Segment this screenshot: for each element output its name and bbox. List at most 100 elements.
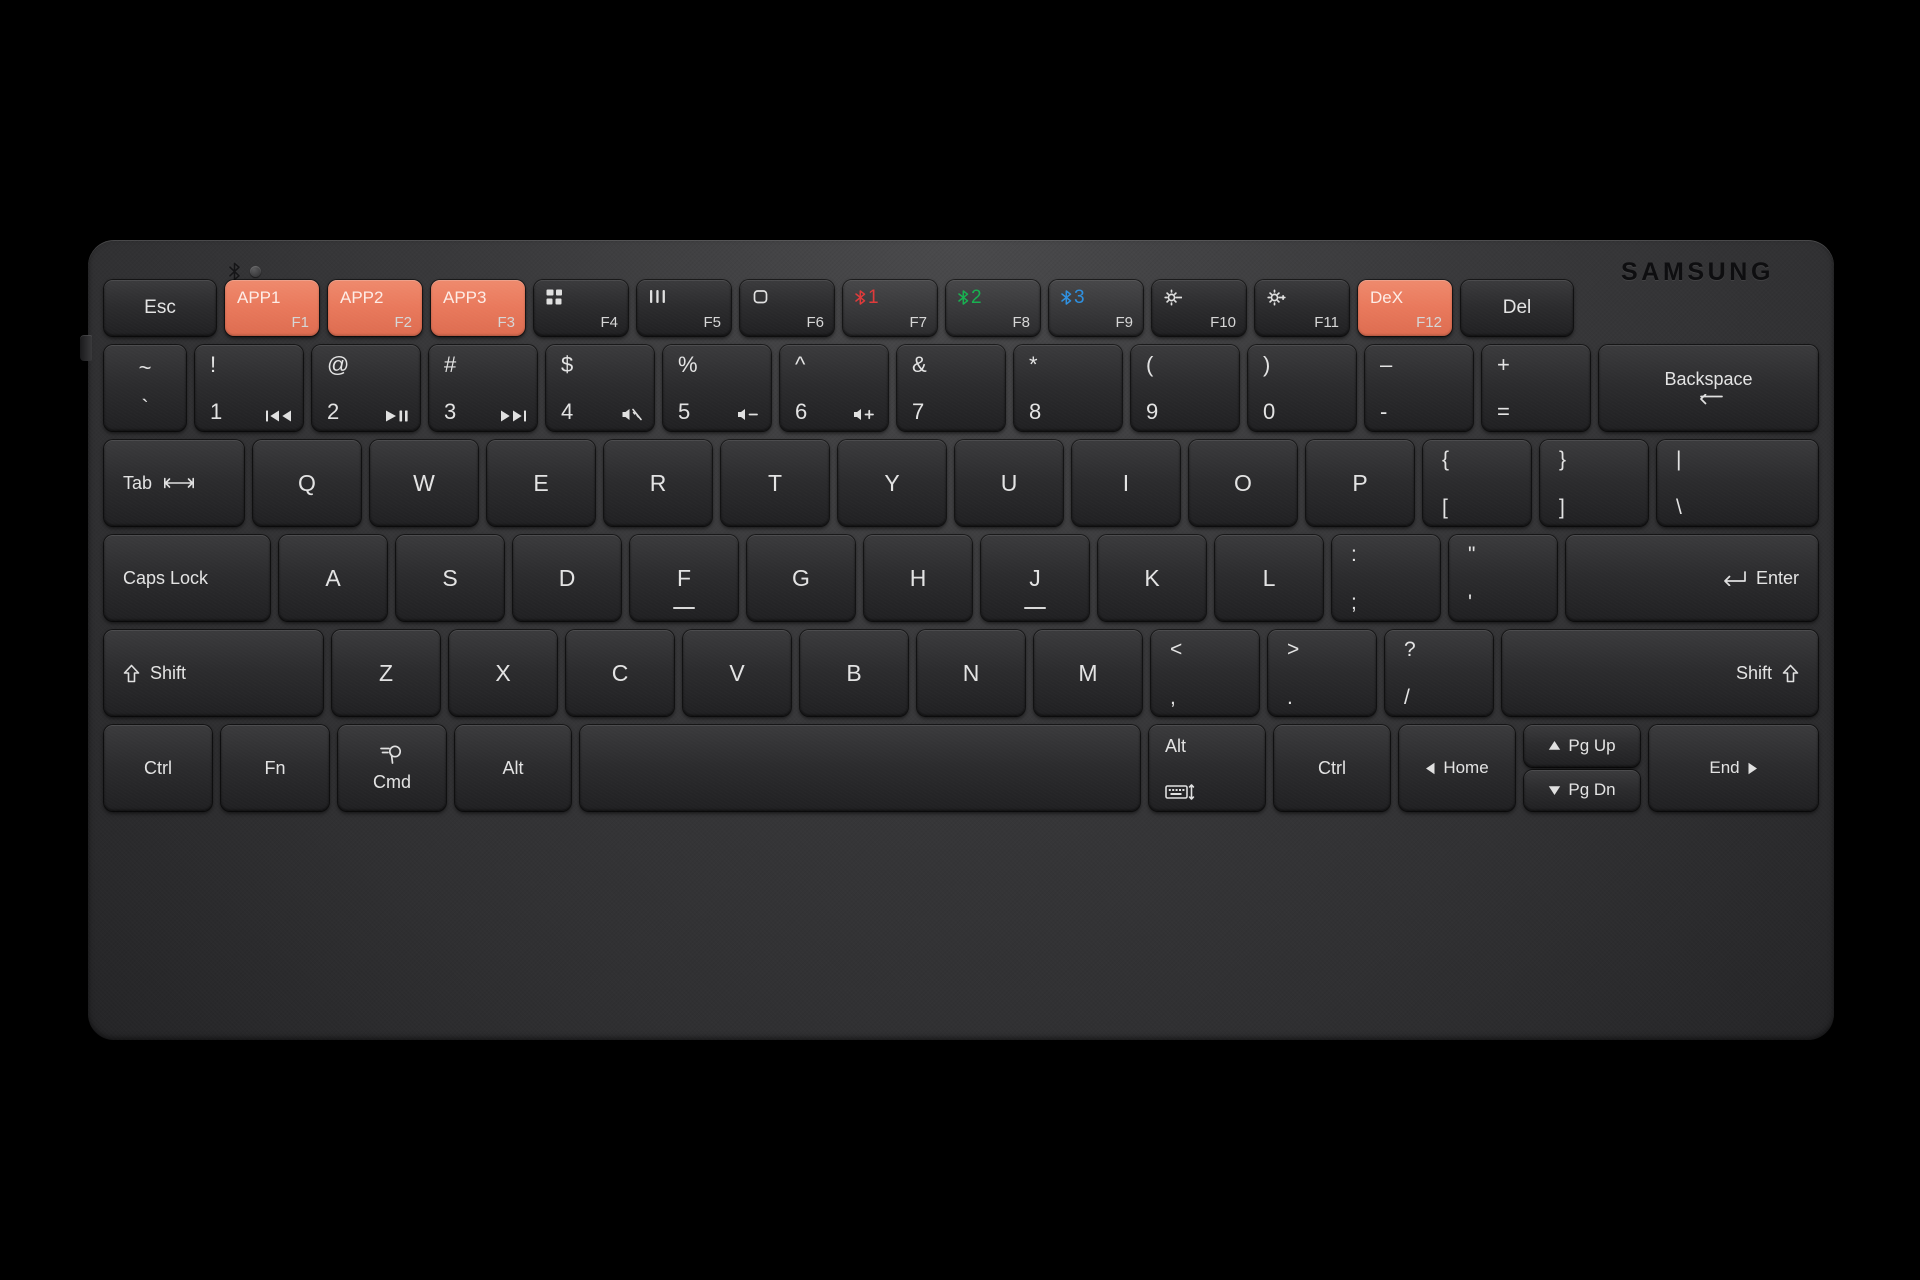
key-backtick[interactable]: ~ ` — [104, 345, 186, 431]
key-tab[interactable]: Tab — [104, 440, 244, 526]
key-z[interactable]: Z — [332, 630, 440, 716]
key-home[interactable]: Home — [1399, 725, 1515, 811]
key-pg-up[interactable]: Pg Up — [1524, 725, 1640, 767]
key-space[interactable] — [580, 725, 1140, 811]
key-f5-recents[interactable]: F5 — [637, 280, 731, 336]
key-f9-bluetooth-3[interactable]: 3 F9 — [1049, 280, 1143, 336]
key-f4-apps[interactable]: F4 — [534, 280, 628, 336]
key-right-bracket[interactable]: } ] — [1540, 440, 1648, 526]
bluetooth-2-icon — [958, 289, 969, 305]
key-1[interactable]: ! 1 — [195, 345, 303, 431]
backspace-arrow-icon — [1695, 394, 1723, 407]
key-f2-app2[interactable]: APP2 F2 — [328, 280, 422, 336]
key-ctrl-left[interactable]: Ctrl — [104, 725, 212, 811]
key-q[interactable]: Q — [253, 440, 361, 526]
key-backslash[interactable]: | \ — [1657, 440, 1818, 526]
brightness-up-icon — [1267, 288, 1286, 306]
key-8[interactable]: * 8 — [1014, 345, 1122, 431]
key-i[interactable]: I — [1072, 440, 1180, 526]
key-0[interactable]: ) 0 — [1248, 345, 1356, 431]
bottom-key-row: Ctrl Fn Cmd Alt Alt Ctrl Home Pg Up Pg D… — [104, 725, 1818, 811]
bluetooth-3-icon — [1061, 289, 1072, 305]
key-period[interactable]: > . — [1268, 630, 1376, 716]
key-f7-bluetooth-1[interactable]: 1 F7 — [843, 280, 937, 336]
key-l[interactable]: L — [1215, 535, 1323, 621]
key-7[interactable]: & 7 — [897, 345, 1005, 431]
bluetooth-1-icon — [855, 289, 866, 305]
key-w[interactable]: W — [370, 440, 478, 526]
key-o[interactable]: O — [1189, 440, 1297, 526]
key-m[interactable]: M — [1034, 630, 1142, 716]
key-f8-bluetooth-2[interactable]: 2 F8 — [946, 280, 1040, 336]
key-backspace[interactable]: Backspace — [1599, 345, 1818, 431]
key-shift-right[interactable]: Shift — [1502, 630, 1818, 716]
key-2[interactable]: @ 2 — [312, 345, 420, 431]
samsung-smart-keyboard-trio: SAMSUNG Esc APP1 F1 APP2 F2 APP3 F3 F4 F… — [80, 240, 1834, 1040]
key-alt-left[interactable]: Alt — [455, 725, 571, 811]
key-pg-dn[interactable]: Pg Dn — [1524, 769, 1640, 811]
key-cmd[interactable]: Cmd — [338, 725, 446, 811]
key-t[interactable]: T — [721, 440, 829, 526]
key-comma[interactable]: < , — [1151, 630, 1259, 716]
key-v[interactable]: V — [683, 630, 791, 716]
home-bump-j — [1024, 607, 1046, 609]
key-del[interactable]: Del — [1461, 280, 1573, 336]
key-caps-lock[interactable]: Caps Lock — [104, 535, 270, 621]
key-grid: Esc APP1 F1 APP2 F2 APP3 F3 F4 F5 F6 1 F… — [104, 280, 1818, 811]
enter-arrow-icon — [1722, 570, 1746, 586]
page-nav-cluster: Pg Up Pg Dn — [1524, 725, 1640, 811]
zxcv-key-row: Shift Z X C V B N M < , > . ? / Shift — [104, 630, 1818, 716]
shift-up-arrow-icon — [1782, 664, 1799, 683]
key-semicolon[interactable]: : ; — [1332, 535, 1440, 621]
key-left-bracket[interactable]: { [ — [1423, 440, 1531, 526]
key-9[interactable]: ( 9 — [1131, 345, 1239, 431]
key-f11-brightness-up[interactable]: F11 — [1255, 280, 1349, 336]
volume-down-icon — [736, 406, 760, 423]
key-minus[interactable]: – - — [1365, 345, 1473, 431]
side-button-nub[interactable] — [80, 335, 92, 361]
key-esc[interactable]: Esc — [104, 280, 216, 336]
key-6[interactable]: ^ 6 — [780, 345, 888, 431]
arrow-right-icon — [1747, 762, 1758, 775]
key-f12-dex[interactable]: DeX F12 — [1358, 280, 1452, 336]
key-ctrl-right[interactable]: Ctrl — [1274, 725, 1390, 811]
key-shift-left[interactable]: Shift — [104, 630, 323, 716]
key-f1-app1[interactable]: APP1 F1 — [225, 280, 319, 336]
key-p[interactable]: P — [1306, 440, 1414, 526]
key-f6-home[interactable]: F6 — [740, 280, 834, 336]
bluetooth-icon — [229, 262, 240, 281]
key-x[interactable]: X — [449, 630, 557, 716]
key-4[interactable]: $ 4 — [546, 345, 654, 431]
key-end[interactable]: End — [1649, 725, 1818, 811]
key-j[interactable]: J — [981, 535, 1089, 621]
key-5[interactable]: % 5 — [663, 345, 771, 431]
key-enter[interactable]: Enter — [1566, 535, 1818, 621]
key-y[interactable]: Y — [838, 440, 946, 526]
key-s[interactable]: S — [396, 535, 504, 621]
arrow-left-icon — [1425, 762, 1436, 775]
key-b[interactable]: B — [800, 630, 908, 716]
key-n[interactable]: N — [917, 630, 1025, 716]
key-a[interactable]: A — [279, 535, 387, 621]
key-u[interactable]: U — [955, 440, 1063, 526]
next-track-icon — [500, 409, 526, 423]
key-f10-brightness-down[interactable]: F10 — [1152, 280, 1246, 336]
key-e[interactable]: E — [487, 440, 595, 526]
play-pause-icon — [385, 409, 409, 423]
key-c[interactable]: C — [566, 630, 674, 716]
key-f[interactable]: F — [630, 535, 738, 621]
key-alt-right[interactable]: Alt — [1149, 725, 1265, 811]
key-r[interactable]: R — [604, 440, 712, 526]
recents-icon — [650, 290, 665, 303]
key-equals[interactable]: + = — [1482, 345, 1590, 431]
key-g[interactable]: G — [747, 535, 855, 621]
key-k[interactable]: K — [1098, 535, 1206, 621]
key-h[interactable]: H — [864, 535, 972, 621]
key-slash[interactable]: ? / — [1385, 630, 1493, 716]
key-d[interactable]: D — [513, 535, 621, 621]
key-f3-app3[interactable]: APP3 F3 — [431, 280, 525, 336]
key-quote[interactable]: " ' — [1449, 535, 1557, 621]
key-3[interactable]: # 3 — [429, 345, 537, 431]
home-key-row: Caps Lock A S D F G H J K L : ; " ' Ente… — [104, 535, 1818, 621]
key-fn[interactable]: Fn — [221, 725, 329, 811]
